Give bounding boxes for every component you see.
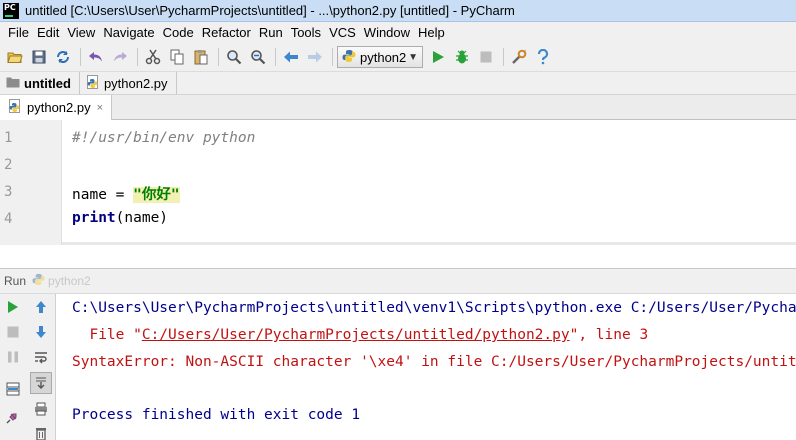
menu-code[interactable]: Code — [159, 25, 198, 40]
stop-icon[interactable] — [475, 46, 497, 68]
toolbar-separator — [137, 48, 138, 66]
menu-edit[interactable]: Edit — [33, 25, 63, 40]
chevron-down-icon: ▼ — [408, 51, 418, 63]
run-configuration-select[interactable]: python2 ▼ — [337, 46, 423, 68]
variable-token: name — [72, 187, 107, 203]
python-file-icon — [86, 74, 100, 92]
line-number-gutter: 1 2 3 4 — [0, 120, 62, 245]
pin-icon[interactable] — [2, 406, 24, 428]
menu-file[interactable]: File — [4, 25, 33, 40]
editor-tab-python2[interactable]: python2.py × — [0, 95, 112, 120]
redo-icon[interactable] — [109, 46, 131, 68]
debug-icon[interactable] — [451, 46, 473, 68]
menu-tools[interactable]: Tools — [287, 25, 325, 40]
trash-icon[interactable] — [30, 422, 52, 440]
line-number: 2 — [4, 157, 13, 173]
run-toolbar-primary — [0, 294, 26, 440]
console-file-suffix: ", line 3 — [569, 327, 649, 343]
sync-icon[interactable] — [52, 46, 74, 68]
arrow-up-icon[interactable] — [30, 296, 52, 318]
menu-window[interactable]: Window — [360, 25, 414, 40]
soft-wrap-icon[interactable] — [30, 346, 52, 368]
folder-icon — [6, 76, 20, 91]
toolbar-separator — [332, 48, 333, 66]
menu-help[interactable]: Help — [414, 25, 449, 40]
code-line-3: name = "你好" — [72, 183, 180, 204]
back-icon[interactable] — [280, 46, 302, 68]
line-number: 3 — [4, 184, 13, 200]
menu-run[interactable]: Run — [255, 25, 287, 40]
title-bar: PC untitled [C:\Users\User\PycharmProjec… — [0, 0, 796, 22]
layout-icon[interactable] — [2, 378, 24, 400]
python-icon — [342, 49, 356, 66]
breadcrumb-file[interactable]: python2.py — [86, 72, 177, 94]
main-toolbar: python2 ▼ — [0, 43, 796, 71]
keyword-token: print — [72, 210, 116, 226]
python-icon — [32, 273, 45, 289]
save-icon[interactable] — [28, 46, 50, 68]
copy-icon[interactable] — [166, 46, 188, 68]
code-editor[interactable]: 1 2 3 4 #!/usr/bin/env python name = "你好… — [0, 120, 796, 245]
editor-horizontal-scrollbar[interactable] — [62, 242, 796, 245]
run-panel-header: Run python2 — [0, 268, 796, 294]
menu-vcs[interactable]: VCS — [325, 25, 360, 40]
replace-icon[interactable] — [247, 46, 269, 68]
line-number: 4 — [4, 211, 13, 227]
navigation-bar: untitled python2.py — [0, 71, 796, 95]
scroll-to-end-icon[interactable] — [30, 372, 52, 394]
breadcrumb-label: python2.py — [103, 75, 168, 91]
run-toolbar-secondary — [26, 294, 56, 440]
menu-view[interactable]: View — [63, 25, 99, 40]
breadcrumb-label: untitled — [24, 75, 71, 91]
console-file-prefix: File " — [72, 327, 142, 343]
run-console-output[interactable]: C:\Users\User\PycharmProjects\untitled\v… — [56, 294, 796, 440]
python-file-icon — [8, 99, 22, 116]
pycharm-logo-icon: PC — [3, 2, 19, 19]
close-tab-icon[interactable]: × — [97, 102, 103, 114]
toolbar-separator — [80, 48, 81, 66]
editor-tab-bar: python2.py × — [0, 95, 796, 120]
string-literal-token: "你好" — [133, 187, 180, 203]
run-panel-config-name[interactable]: python2 — [48, 274, 91, 288]
menu-navigate[interactable]: Navigate — [99, 25, 158, 40]
open-folder-icon[interactable] — [4, 46, 26, 68]
code-line-1: #!/usr/bin/env python — [72, 130, 256, 146]
operator-token: = — [106, 187, 134, 203]
console-command-line: C:\Users\User\PycharmProjects\untitled\v… — [72, 300, 796, 316]
window-title: untitled [C:\Users\User\PycharmProjects\… — [25, 3, 515, 18]
run-icon[interactable] — [427, 46, 449, 68]
menu-bar: File Edit View Navigate Code Refactor Ru… — [0, 22, 796, 43]
toolbar-separator — [503, 48, 504, 66]
toolbar-separator — [218, 48, 219, 66]
run-panel-title: Run — [4, 274, 27, 288]
breadcrumb-project[interactable]: untitled — [6, 72, 80, 94]
stop-icon[interactable] — [2, 321, 24, 343]
console-file-link[interactable]: C:/Users/User/PycharmProjects/untitled/p… — [142, 327, 570, 343]
forward-icon[interactable] — [304, 46, 326, 68]
arguments-token: (name) — [115, 210, 169, 226]
cut-icon[interactable] — [142, 46, 164, 68]
menu-refactor[interactable]: Refactor — [198, 25, 255, 40]
print-icon[interactable] — [30, 398, 52, 420]
console-exit-line: Process finished with exit code 1 — [72, 407, 361, 423]
paste-icon[interactable] — [190, 46, 212, 68]
settings-icon[interactable] — [508, 46, 530, 68]
console-traceback-line: File "C:/Users/User/PycharmProjects/unti… — [72, 327, 648, 343]
undo-icon[interactable] — [85, 46, 107, 68]
find-icon[interactable] — [223, 46, 245, 68]
toolbar-separator — [275, 48, 276, 66]
code-line-4: print(name) — [72, 210, 168, 226]
rerun-icon[interactable] — [2, 296, 24, 318]
run-configuration-label: python2 — [360, 49, 407, 65]
editor-tab-label: python2.py — [27, 100, 91, 115]
arrow-down-icon[interactable] — [30, 321, 52, 343]
line-number: 1 — [4, 130, 13, 146]
help-icon[interactable] — [532, 46, 554, 68]
pause-icon[interactable] — [2, 346, 24, 368]
console-error-line: SyntaxError: Non-ASCII character '\xe4' … — [72, 354, 796, 370]
